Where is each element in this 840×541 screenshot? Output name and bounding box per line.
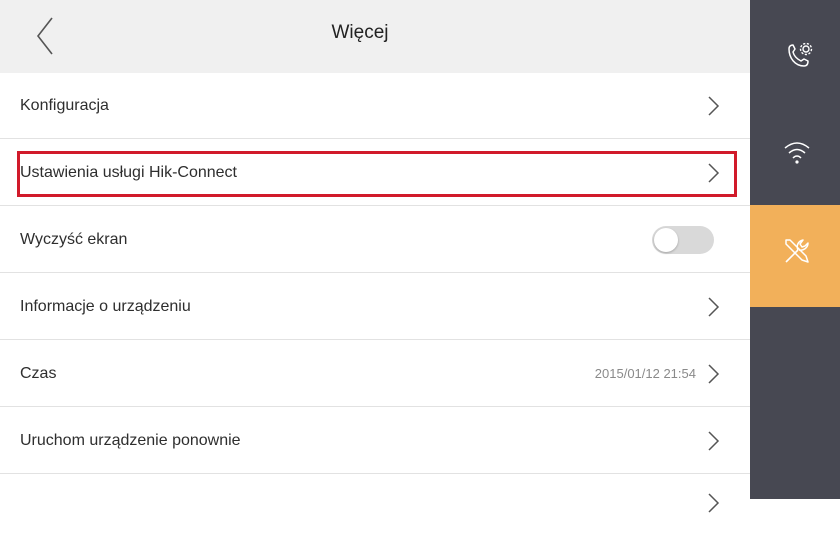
tools-icon [785,239,809,263]
chevron-right-icon [708,297,720,317]
menu-item-konfiguracja[interactable]: Konfiguracja [0,73,750,139]
menu-item-label: Uruchom urządzenie ponownie [20,432,241,449]
toggle-knob [654,228,678,252]
menu-item-hik-connect[interactable]: Ustawienia usługi Hik-Connect [0,140,750,206]
chevron-right-icon [708,431,720,451]
menu-item-label: Wyczyść ekran [20,231,128,248]
menu-item-uruchom-ponownie[interactable]: Uruchom urządzenie ponownie [0,408,750,474]
clear-screen-toggle[interactable] [652,226,714,254]
phone-settings-icon [788,42,813,67]
wifi-icon [784,142,810,164]
menu-item-label: Czas [20,365,57,382]
menu-item-label: Ustawienia usługi Hik-Connect [20,164,237,181]
sidebar [750,0,840,499]
menu-item-czas[interactable]: Czas 2015/01/12 21:54 [0,341,750,407]
menu-item-informacje[interactable]: Informacje o urządzeniu [0,274,750,340]
time-value: 2015/01/12 21:54 [594,366,696,381]
menu-item-wyczysc-ekran: Wyczyść ekran [0,207,750,273]
header-bar: Więcej [0,0,750,73]
menu-item-label: Informacje o urządzeniu [20,298,191,315]
menu-item-partial[interactable] [0,475,750,541]
main-panel: Więcej Konfiguracja Ustawienia usługi Hi… [0,0,750,513]
page-title: Więcej [331,22,389,43]
back-button[interactable] [22,14,66,58]
sidebar-item-call-settings[interactable] [750,0,840,136]
sidebar-item-network[interactable] [750,136,840,204]
chevron-right-icon [708,493,720,513]
chevron-right-icon [708,163,720,183]
sidebar-item-tools[interactable] [750,205,840,307]
menu-item-label: Konfiguracja [20,97,109,114]
chevron-left-icon [36,17,53,55]
chevron-right-icon [708,96,720,116]
chevron-right-icon [708,364,720,384]
